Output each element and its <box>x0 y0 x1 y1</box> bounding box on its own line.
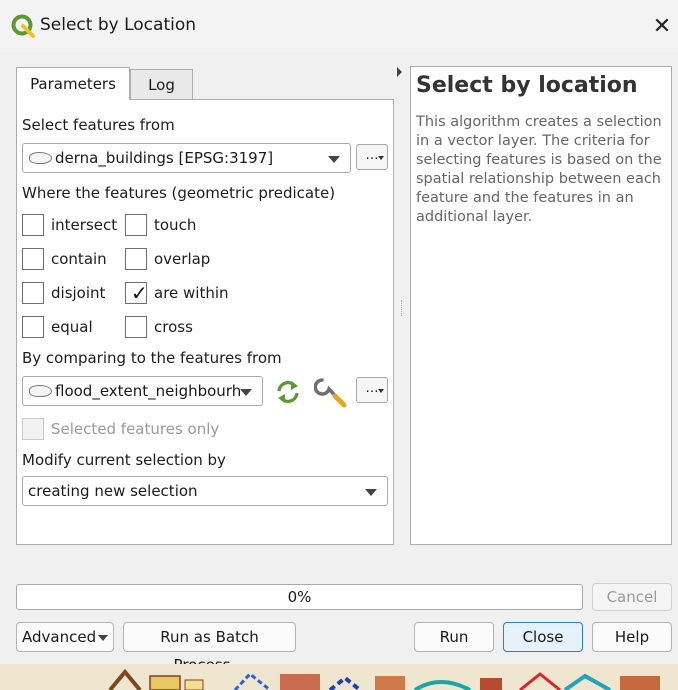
chevron-down-icon <box>378 389 384 393</box>
chevron-down-icon <box>240 389 252 396</box>
checkbox-cross[interactable] <box>125 316 147 338</box>
checkbox-intersect-label: intersect <box>51 216 118 234</box>
close-button[interactable]: Close <box>503 622 583 652</box>
refresh-icon[interactable] <box>273 378 303 406</box>
checkbox-cross-label: cross <box>154 318 193 336</box>
more-button-label: … <box>365 148 379 163</box>
compare-more-button[interactable]: … <box>356 377 388 403</box>
help-button[interactable]: Help <box>592 622 672 652</box>
compare-label: By comparing to the features from <box>22 349 282 367</box>
modify-selection-value: creating new selection <box>28 482 198 500</box>
layer-polygon-icon <box>29 152 52 164</box>
checkbox-are-within-label: are within <box>154 284 229 302</box>
help-title: Select by location <box>416 73 638 98</box>
chevron-down-icon <box>365 489 377 496</box>
close-window-button[interactable]: ✕ <box>646 12 678 42</box>
run-button[interactable]: Run <box>414 622 494 652</box>
map-features-graphic <box>0 664 678 690</box>
advanced-button[interactable]: Advanced <box>16 622 114 652</box>
tab-log[interactable]: Log <box>130 69 193 100</box>
check-icon: ✓ <box>131 281 148 305</box>
checkbox-disjoint[interactable] <box>22 282 44 304</box>
checkbox-selected-only-label: Selected features only <box>51 420 220 438</box>
checkbox-overlap[interactable] <box>125 248 147 270</box>
wrench-icon[interactable] <box>314 375 350 409</box>
checkbox-equal-label: equal <box>51 318 93 336</box>
checkbox-are-within[interactable]: ✓ <box>125 281 148 305</box>
advanced-button-label: Advanced <box>22 628 97 646</box>
progress-text: 0% <box>287 588 312 606</box>
help-panel: Select by location This algorithm create… <box>410 66 672 545</box>
checkbox-touch-label: touch <box>154 216 197 234</box>
checkbox-intersect[interactable] <box>22 214 44 236</box>
checkbox-equal[interactable] <box>22 316 44 338</box>
select-from-more-button[interactable]: … <box>356 144 388 170</box>
compare-layer-value: flood_extent_neighbourh <box>55 382 242 400</box>
checkbox-disjoint-label: disjoint <box>51 284 106 302</box>
modify-selection-combo[interactable]: creating new selection <box>22 476 388 506</box>
collapse-arrow-icon[interactable] <box>397 67 402 77</box>
select-from-value: derna_buildings [EPSG:3197] <box>55 149 274 167</box>
chevron-down-icon <box>98 635 108 641</box>
run-batch-button[interactable]: Run as Batch Process… <box>123 622 296 674</box>
checkbox-touch[interactable] <box>125 214 147 236</box>
more-button-label: … <box>365 381 379 396</box>
qgis-logo-icon <box>11 14 35 38</box>
cancel-button[interactable]: Cancel <box>592 583 672 611</box>
checkbox-overlap-label: overlap <box>154 250 211 268</box>
checkbox-selected-only[interactable] <box>22 418 44 440</box>
window-title: Select by Location <box>40 15 197 35</box>
help-description: This algorithm creates a selection in a … <box>416 114 662 225</box>
tab-parameters[interactable]: Parameters <box>16 67 130 100</box>
select-from-label: Select features from <box>22 116 175 134</box>
modify-label: Modify current selection by <box>22 451 226 469</box>
splitter-handle[interactable] <box>401 300 403 316</box>
map-canvas-background <box>0 664 678 690</box>
layer-polygon-icon <box>29 385 52 397</box>
chevron-down-icon <box>378 156 384 160</box>
progress-bar: 0% <box>16 584 583 610</box>
checkbox-contain[interactable] <box>22 248 44 270</box>
title-bar: Select by Location ✕ <box>0 0 678 52</box>
checkbox-contain-label: contain <box>51 250 107 268</box>
compare-layer-combo[interactable]: flood_extent_neighbourh <box>22 376 263 406</box>
predicate-label: Where the features (geometric predicate) <box>22 184 336 202</box>
chevron-down-icon <box>328 156 340 163</box>
select-from-combo[interactable]: derna_buildings [EPSG:3197] <box>22 143 351 173</box>
